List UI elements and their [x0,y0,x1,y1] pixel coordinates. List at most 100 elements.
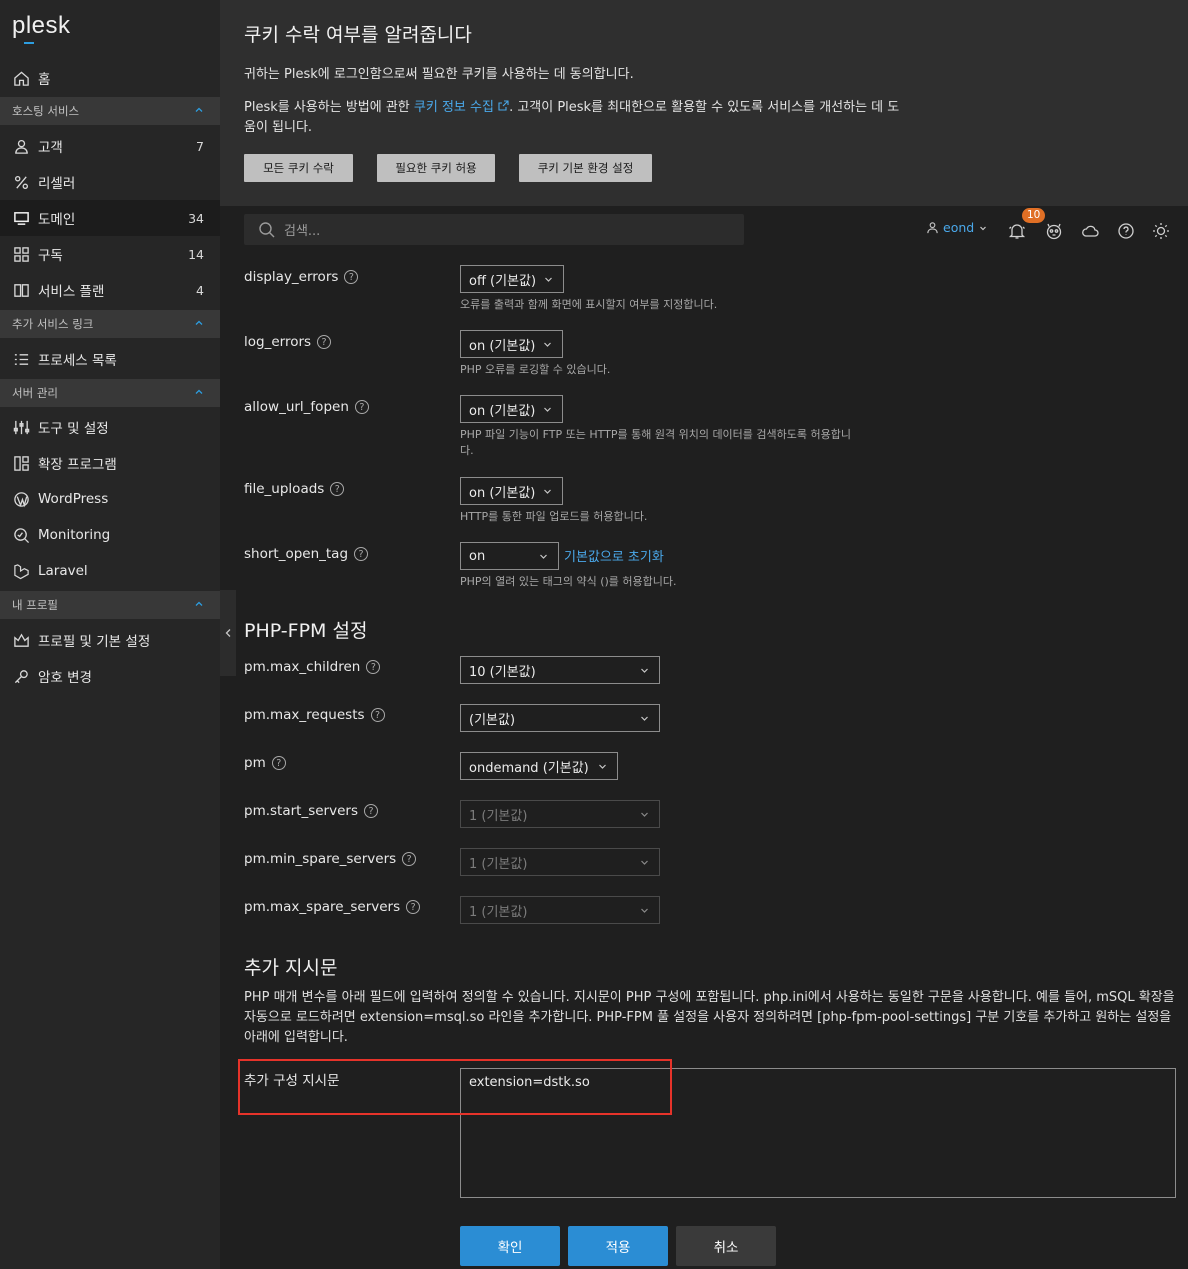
chevron-up-icon [195,107,203,112]
user-name: eond [943,220,975,235]
section-server-management[interactable]: 서버 관리 [0,379,220,407]
pm-min-spare-servers-label: pm.min_spare_servers? [244,851,417,867]
pm-max-requests-select[interactable]: (기본값) [460,704,660,732]
select-value: 1 (기본값) [469,808,528,824]
help-icon[interactable]: ? [344,270,359,284]
bell-icon [1008,224,1026,239]
theme-toggle-button[interactable] [1152,222,1170,240]
logo-underline [24,42,34,44]
wordpress-icon [12,490,30,508]
sidebar-item-count: 7 [196,138,204,154]
sidebar-item-laravel[interactable]: Laravel [0,553,220,589]
pm-max-spare-servers-select[interactable]: 1 (기본값) [460,896,660,924]
allow-required-cookies-button[interactable]: 필요한 쿠키 허용 [377,154,495,182]
user-icon [927,222,938,234]
display-errors-select[interactable]: off (기본값) [460,265,564,293]
field-label: log_errors [244,334,312,350]
sidebar-item-monitoring[interactable]: Monitoring [0,517,220,553]
sidebar-item-label: 프로세스 목록 [38,353,117,369]
help-icon[interactable]: ? [354,400,369,414]
chevron-down-icon [545,277,552,282]
chevron-down-icon [641,908,648,913]
plesk-logo[interactable]: plesk [12,12,71,44]
apply-button[interactable]: 적용 [568,1226,668,1266]
section-label: 내 프로필 [12,598,58,612]
accept-all-cookies-button[interactable]: 모든 쿠키 수락 [244,154,353,182]
select-value: 1 (기본값) [469,904,528,920]
pm-start-servers-select[interactable]: 1 (기본값) [460,800,660,828]
help-button[interactable] [1117,222,1135,240]
help-icon[interactable]: ? [406,900,421,914]
laravel-icon [12,562,30,580]
sidebar-item-label: 리셀러 [38,176,76,192]
sidebar-item-resellers[interactable]: 리셀러 [0,164,220,200]
sidebar-item-label: 프로필 및 기본 설정 [38,634,151,650]
sun-icon [1153,223,1169,239]
external-link-icon [498,100,509,111]
sidebar-item-service-plans[interactable]: 서비스 플랜 4 [0,272,220,308]
pm-select[interactable]: ondemand (기본값) [460,752,618,780]
sidebar-item-wordpress[interactable]: WordPress [0,481,220,517]
cookie-title: 쿠키 수락 여부를 알려줍니다 [244,24,472,46]
help-icon[interactable]: ? [317,335,332,349]
pm-min-spare-servers-select[interactable]: 1 (기본값) [460,848,660,876]
sidebar-item-domains[interactable]: 도메인 34 [0,200,220,236]
top-header: 검색... eond 10 [220,206,1188,254]
allow-url-fopen-select[interactable]: on (기본값) [460,395,563,423]
additional-directives-title: 추가 지시문 [244,957,338,979]
section-my-profile[interactable]: 내 프로필 [0,591,220,619]
log-errors-select[interactable]: on (기본값) [460,330,563,358]
field-label: display_errors [244,269,339,285]
cookie-info-link[interactable]: 쿠키 정보 수집 [414,100,509,115]
chevron-left-icon [225,629,231,637]
sidebar-item-customers[interactable]: 고객 7 [0,128,220,164]
select-value: 10 (기본값) [469,664,536,680]
search-input[interactable]: 검색... [244,214,744,245]
notifications-button[interactable] [1008,222,1026,240]
sidebar-item-label: 도구 및 설정 [38,421,109,437]
sidebar-item-change-password[interactable]: 암호 변경 [0,658,220,694]
key-icon [12,667,30,685]
sidebar-item-label: 암호 변경 [38,670,92,686]
cookie-preferences-button[interactable]: 쿠키 기본 환경 설정 [519,154,652,182]
cancel-button[interactable]: 취소 [676,1226,776,1266]
short-open-tag-select[interactable]: on [460,542,559,570]
sidebar-item-subscriptions[interactable]: 구독 14 [0,236,220,272]
sidebar-item-tools-settings[interactable]: 도구 및 설정 [0,409,220,445]
cloud-button[interactable] [1081,222,1099,240]
help-icon[interactable]: ? [402,852,417,866]
field-label: pm [244,755,266,771]
short-open-tag-hint: PHP의 열려 있는 태그의 약식 ()를 허용합니다. [460,575,677,588]
chevron-up-icon [195,320,203,325]
help-icon[interactable]: ? [363,804,378,818]
sidebar-item-profile-settings[interactable]: 프로필 및 기본 설정 [0,622,220,658]
sidebar-item-process-list[interactable]: 프로세스 목록 [0,341,220,377]
pm-max-children-select[interactable]: 10 (기본값) [460,656,660,684]
notifications-badge: 10 [1022,208,1046,223]
help-icon[interactable]: ? [370,708,385,722]
file-uploads-select[interactable]: on (기본값) [460,477,563,505]
select-value: ondemand (기본값) [469,760,589,776]
ok-button[interactable]: 확인 [460,1226,560,1266]
sidebar-collapse-toggle[interactable] [220,590,236,676]
help-icon[interactable]: ? [354,547,369,561]
help-icon[interactable]: ? [271,756,286,770]
section-label: 추가 서비스 링크 [12,317,94,331]
log-errors-hint: PHP 오류를 로깅할 수 있습니다. [460,363,611,376]
advisor-button[interactable] [1045,222,1063,240]
file-uploads-label: file_uploads? [244,481,345,497]
reset-to-default-link[interactable]: 기본값으로 초기화 [564,546,664,565]
section-hosting-services[interactable]: 호스팅 서비스 [0,97,220,125]
field-label: short_open_tag [244,546,349,562]
pm-label: pm? [244,755,286,771]
user-icon [12,137,30,155]
advisor-icon [1046,223,1062,240]
help-icon[interactable]: ? [330,482,345,496]
help-icon[interactable]: ? [366,660,381,674]
sidebar-item-home[interactable]: 홈 [0,60,220,96]
chevron-down-icon [599,764,606,769]
section-additional-links[interactable]: 추가 서비스 링크 [0,310,220,338]
chevron-down-icon [641,716,648,721]
user-menu[interactable]: eond [926,220,987,235]
sidebar-item-extensions[interactable]: 확장 프로그램 [0,445,220,481]
